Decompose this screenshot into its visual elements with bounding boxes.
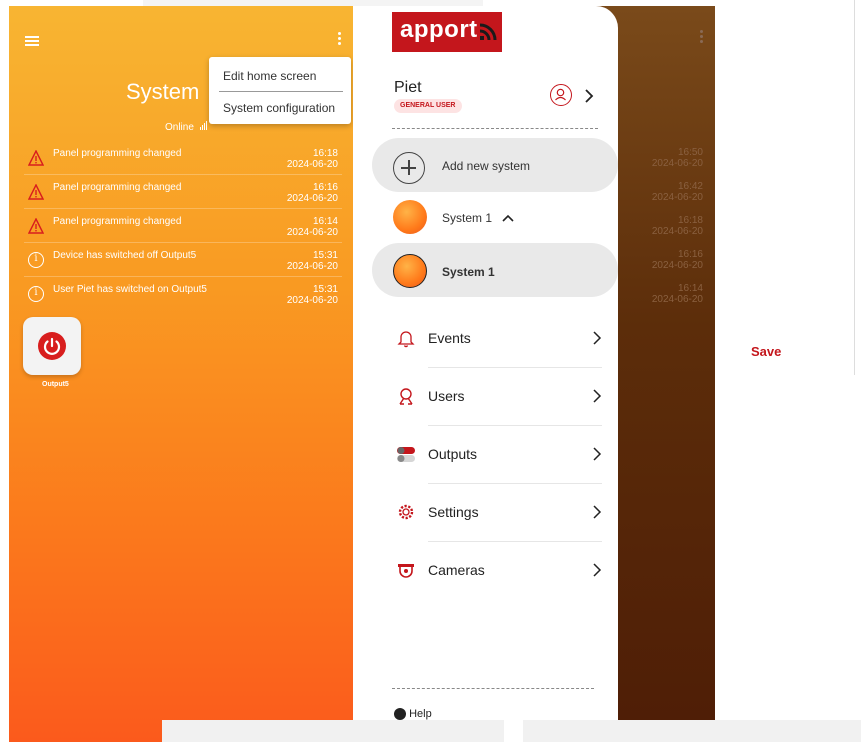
role-badge: GENERAL USER	[394, 99, 462, 113]
chevron-right-icon	[593, 389, 602, 403]
event-text: Panel programming changed	[53, 182, 182, 193]
chevron-right-icon[interactable]	[584, 88, 594, 104]
event-date: 2024-06-20	[286, 261, 338, 272]
event-date: 2024-06-20	[286, 193, 338, 204]
home-screen: System Online Panel programming changed …	[9, 6, 353, 742]
chevron-right-icon	[593, 563, 602, 577]
menu-label: Cameras	[428, 562, 485, 578]
menu-item-settings[interactable]: Settings	[394, 484, 602, 542]
event-list: Panel programming changed 16:18 2024-06-…	[24, 141, 342, 311]
connection-status: Online	[165, 121, 208, 133]
power-icon	[38, 332, 66, 360]
event-time: 16:42	[677, 181, 703, 192]
event-time: 16:18	[312, 148, 338, 159]
side-panel	[715, 0, 855, 375]
camera-icon	[398, 564, 414, 578]
event-row[interactable]: i Device has switched off Output5 15:31 …	[24, 243, 342, 277]
background-event-times: 16:50 2024-06-20 16:42 2024-06-20 16:18 202…	[635, 147, 703, 317]
menu-label: Users	[428, 388, 465, 404]
event-date: 2024-06-20	[651, 226, 703, 237]
system-avatar	[393, 254, 427, 288]
user-icon	[399, 388, 413, 405]
menu-label: Settings	[428, 504, 479, 520]
menu-icon[interactable]	[25, 36, 39, 46]
event-date: 2024-06-20	[286, 159, 338, 170]
help-label: Help	[409, 708, 432, 720]
event-row[interactable]: Panel programming changed 16:14 2024-06-…	[24, 209, 342, 243]
event-date: 2024-06-20	[651, 260, 703, 271]
menu-item-outputs[interactable]: Outputs	[394, 426, 602, 484]
event-date: 2024-06-20	[651, 158, 703, 169]
info-icon: i	[28, 286, 44, 302]
signal-icon	[199, 121, 208, 133]
output-label: Output5	[42, 381, 69, 388]
menu-item-cameras[interactable]: Cameras	[394, 542, 602, 600]
event-row[interactable]: Panel programming changed 16:16 2024-06-…	[24, 175, 342, 209]
output-toggle-button[interactable]	[23, 317, 81, 375]
menu-item-events[interactable]: Events	[394, 310, 602, 368]
bell-icon	[397, 331, 415, 348]
logo-text: apport	[400, 16, 478, 43]
bottom-bar	[162, 720, 504, 742]
menu-label: Outputs	[428, 446, 478, 462]
event-row[interactable]: Panel programming changed 16:18 2024-06-…	[24, 141, 342, 175]
system-title: System	[126, 79, 200, 104]
chevron-right-icon	[593, 447, 602, 461]
options-menu: Edit home screen System configuration	[209, 57, 351, 124]
gear-icon	[398, 504, 414, 520]
warning-icon	[28, 184, 44, 200]
menu-item-edit-home-screen[interactable]: Edit home screen	[209, 61, 351, 91]
more-options-icon	[698, 30, 704, 48]
status-text: Online	[165, 122, 194, 133]
menu-item-users[interactable]: Users	[394, 368, 602, 426]
event-time: 16:16	[677, 249, 703, 260]
chevron-right-icon	[593, 505, 602, 519]
navigation-drawer: apport Piet GENERAL USER Add new system …	[372, 6, 618, 720]
event-date: 2024-06-20	[286, 227, 338, 238]
plus-icon	[393, 152, 425, 184]
divider	[392, 128, 598, 129]
event-date: 2024-06-20	[286, 295, 338, 306]
event-text: Panel programming changed	[53, 148, 182, 159]
menu-item-system-configuration[interactable]: System configuration	[209, 93, 351, 123]
signal-waves-icon	[480, 23, 497, 41]
event-time: 16:14	[677, 283, 703, 294]
user-name: Piet	[394, 79, 422, 96]
event-row[interactable]: i User Piet has switched on Output5 15:3…	[24, 277, 342, 311]
chevron-right-icon	[593, 331, 602, 345]
event-time: 16:16	[312, 182, 338, 193]
bottom-bar	[523, 720, 861, 742]
event-date: 2024-06-20	[651, 294, 703, 305]
event-time: 16:50	[677, 147, 703, 158]
event-text: Panel programming changed	[53, 216, 182, 227]
system-group-label[interactable]: System 1	[442, 211, 492, 225]
info-icon: i	[28, 252, 44, 268]
toggle-icon	[397, 447, 415, 462]
event-time: 15:31	[312, 284, 338, 295]
apport-logo: apport	[392, 12, 502, 52]
event-time: 15:31	[312, 250, 338, 261]
event-date: 2024-06-20	[651, 192, 703, 203]
warning-icon	[28, 218, 44, 234]
warning-icon	[28, 150, 44, 166]
event-text: User Piet has switched on Output5	[53, 284, 207, 295]
divider	[392, 688, 594, 689]
add-system-label: Add new system	[442, 159, 531, 173]
system-avatar	[393, 200, 427, 234]
user-profile-icon[interactable]	[550, 84, 572, 106]
chevron-up-icon[interactable]	[502, 214, 514, 222]
help-link[interactable]: Help	[394, 708, 432, 720]
event-time: 16:14	[312, 216, 338, 227]
menu-label: Events	[428, 330, 471, 346]
event-text: Device has switched off Output5	[53, 250, 197, 261]
save-button[interactable]: Save	[751, 344, 781, 359]
menu-divider	[219, 91, 343, 92]
help-icon	[394, 708, 406, 720]
selected-system-label: System 1	[442, 265, 495, 279]
more-options-icon[interactable]	[336, 32, 342, 48]
event-time: 16:18	[677, 215, 703, 226]
